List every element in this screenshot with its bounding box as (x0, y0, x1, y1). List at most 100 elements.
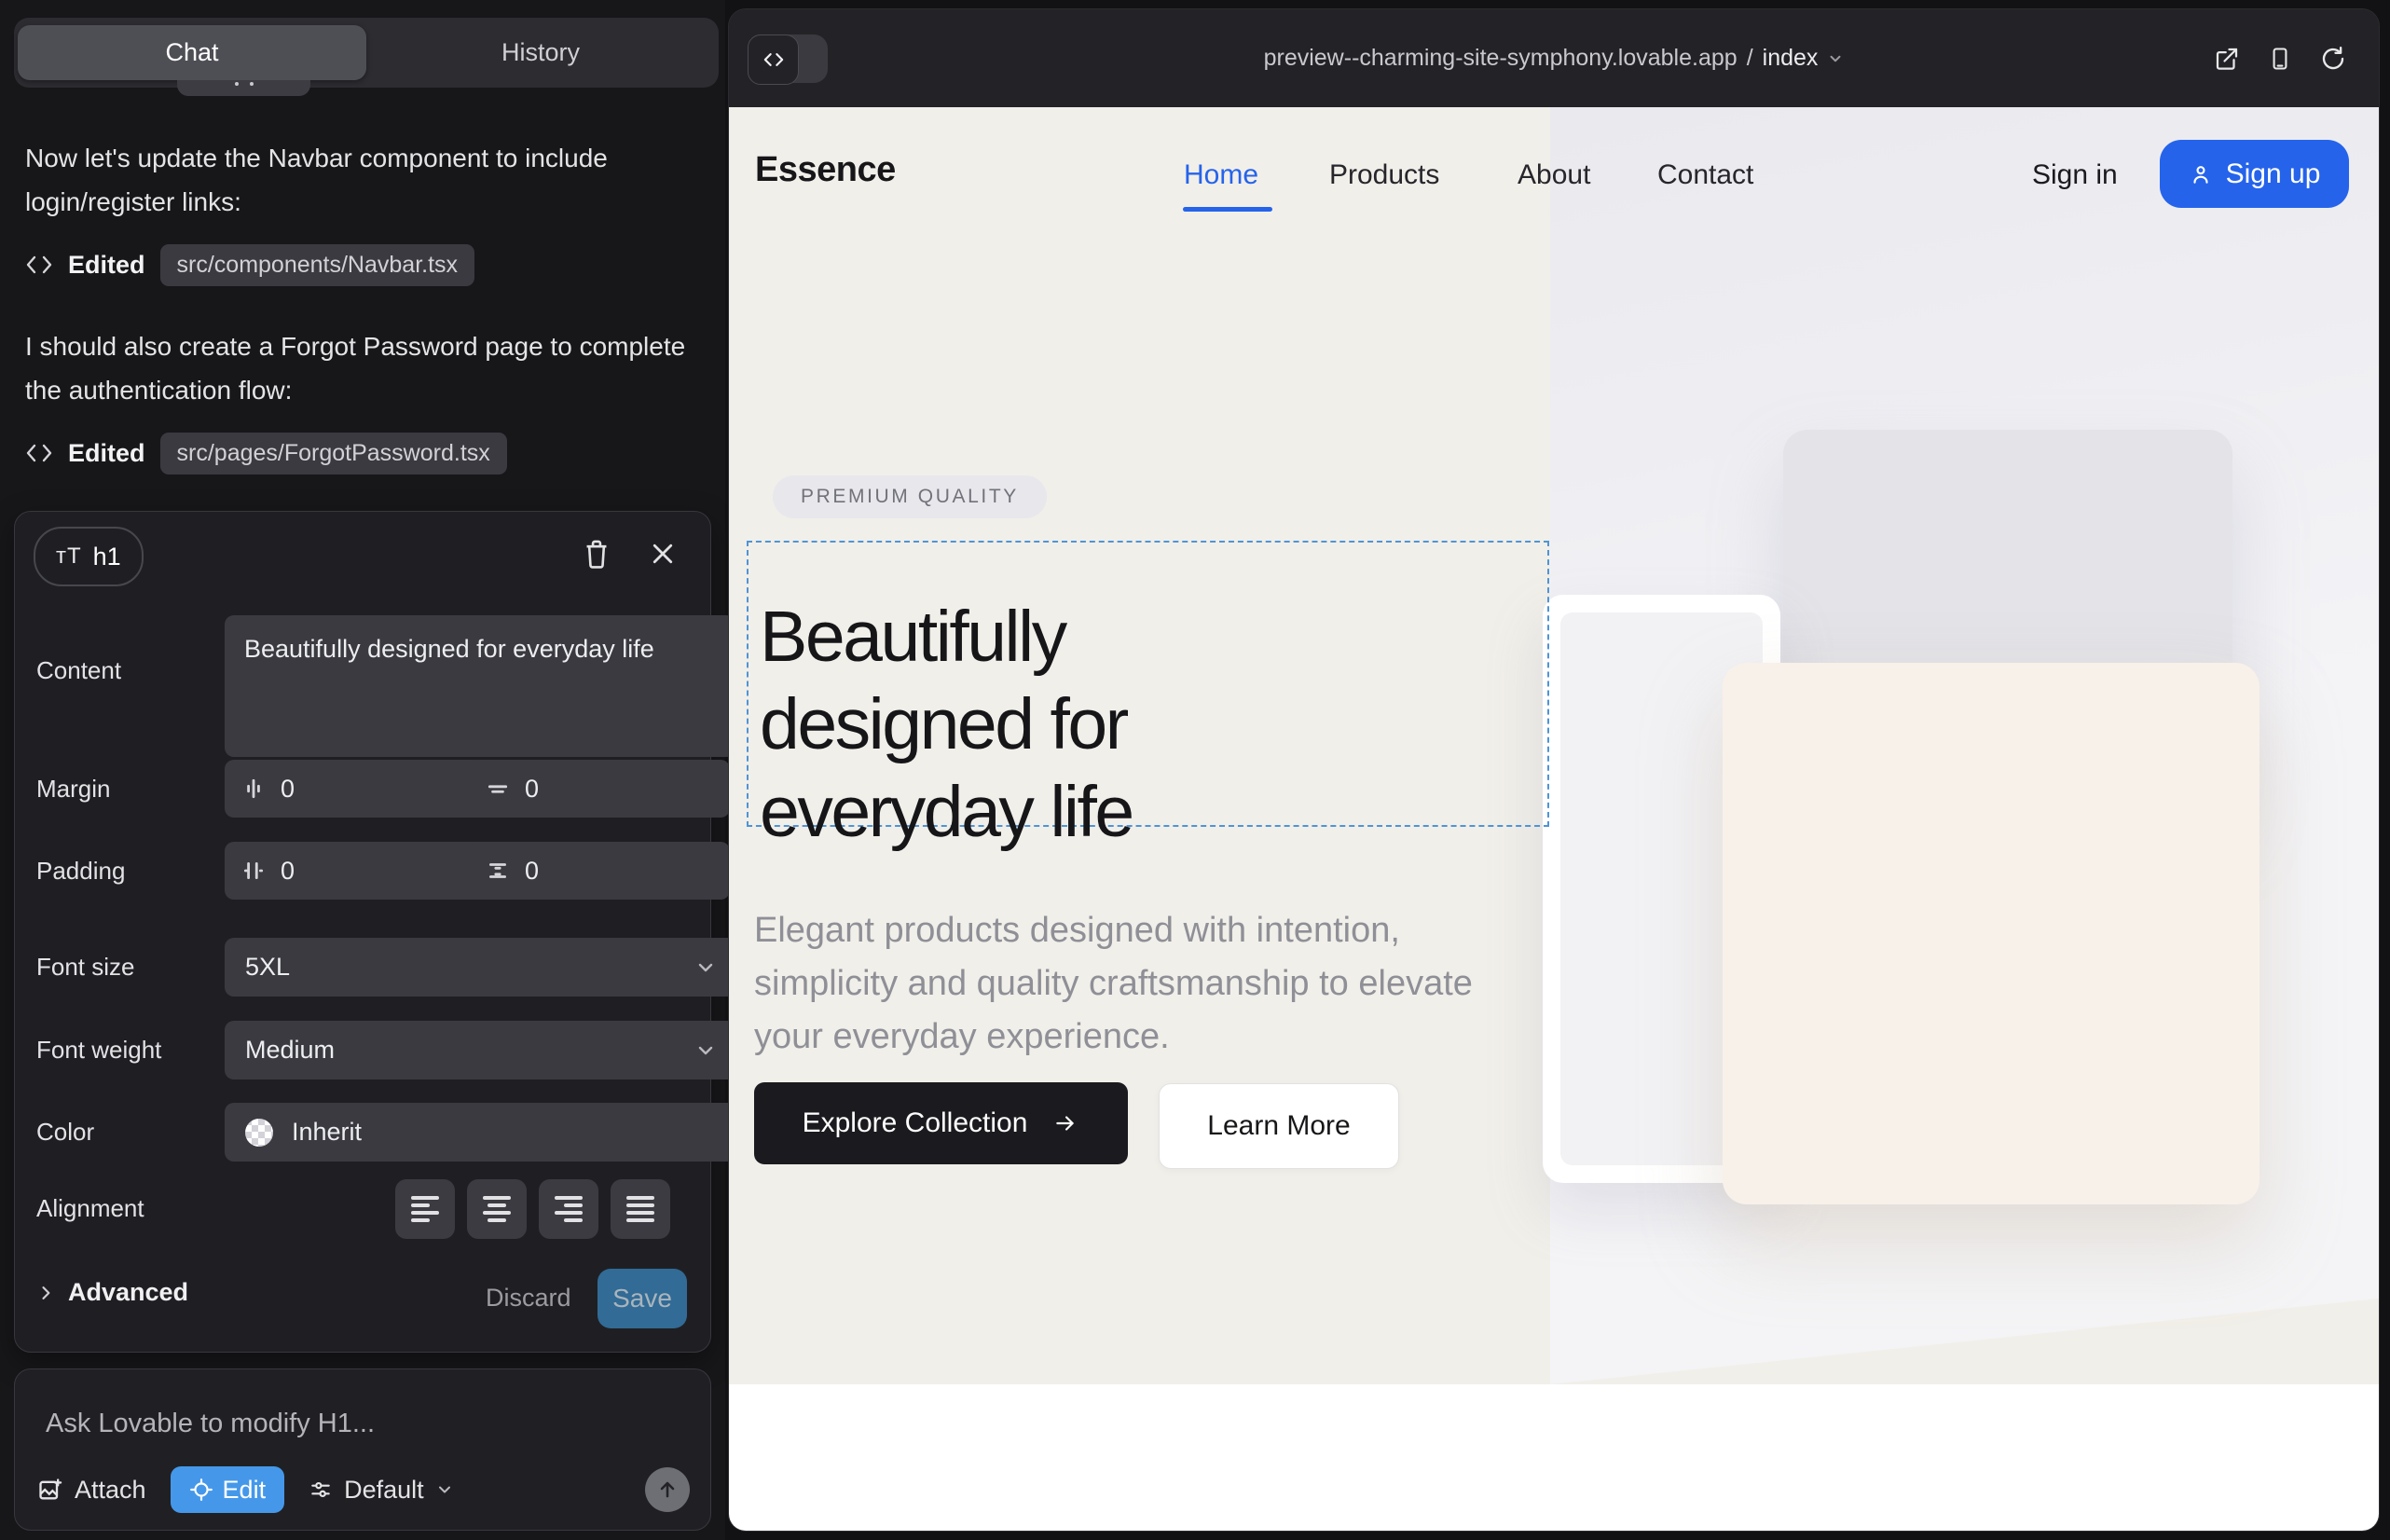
nav-link-contact[interactable]: Contact (1657, 159, 1753, 191)
chrome-actions (2213, 9, 2347, 107)
selected-element-badge[interactable]: тT h1 (34, 527, 144, 586)
sign-up-button[interactable]: Sign up (2160, 140, 2349, 208)
tab-history[interactable]: History (366, 25, 715, 80)
margin-label: Margin (36, 775, 110, 804)
code-icon (25, 254, 53, 276)
arrow-up-icon (656, 1478, 679, 1501)
chat-message: Now let's update the Navbar component to… (25, 136, 692, 224)
arrow-right-icon (1051, 1111, 1079, 1135)
element-tag-label: h1 (93, 543, 121, 571)
learn-more-button[interactable]: Learn More (1159, 1083, 1399, 1169)
site-canvas: Essence Home Products About Contact Sign… (729, 107, 2379, 1531)
padding-x-input[interactable]: 0 (225, 842, 486, 900)
user-icon (2189, 162, 2213, 186)
sign-in-link[interactable]: Sign in (2032, 159, 2118, 191)
save-button[interactable]: Save (598, 1269, 687, 1328)
align-center-icon (483, 1196, 511, 1222)
trash-icon[interactable] (582, 538, 611, 570)
file-path-badge[interactable]: src/pages/ForgotPassword.tsx (160, 433, 507, 474)
chat-composer: Ask Lovable to modify H1... Attach Edit … (14, 1368, 711, 1531)
chevron-down-icon (694, 1039, 717, 1062)
default-label: Default (344, 1476, 424, 1505)
padding-vertical-icon (486, 859, 510, 883)
advanced-label: Advanced (68, 1278, 188, 1307)
explore-collection-button[interactable]: Explore Collection (754, 1082, 1128, 1164)
model-default-dropdown[interactable]: Default (309, 1476, 454, 1505)
nav-link-products[interactable]: Products (1329, 159, 1439, 191)
url-page: index (1763, 45, 1819, 72)
edited-label: Edited (68, 439, 145, 468)
align-justify-button[interactable] (611, 1179, 670, 1239)
font-weight-value: Medium (245, 1036, 335, 1065)
padding-y-value: 0 (525, 857, 539, 886)
chat-history-tabbar: Chat History (14, 18, 719, 88)
composer-input[interactable]: Ask Lovable to modify H1... (46, 1409, 375, 1439)
attach-button[interactable]: Attach (37, 1476, 146, 1505)
discard-button[interactable]: Discard (486, 1284, 571, 1313)
code-icon (25, 442, 53, 464)
color-swatch (245, 1119, 273, 1147)
text-size-icon: тT (56, 543, 82, 570)
align-justify-icon (626, 1196, 654, 1222)
color-value: Inherit (292, 1118, 362, 1147)
advanced-toggle[interactable]: Advanced (36, 1278, 188, 1307)
margin-horizontal-icon (241, 777, 266, 801)
nav-link-about[interactable]: About (1518, 159, 1590, 191)
color-label: Color (36, 1118, 94, 1147)
mobile-icon[interactable] (2267, 45, 2293, 73)
edited-file-row[interactable]: Edited src/components/Navbar.tsx (25, 242, 474, 287)
align-left-button[interactable] (395, 1179, 455, 1239)
content-label: Content (36, 656, 121, 685)
preview-chrome-bar: preview--charming-site-symphony.lovable.… (729, 9, 2379, 107)
edit-label: Edit (223, 1476, 267, 1505)
edit-mode-button[interactable]: Edit (171, 1466, 285, 1513)
content-textarea[interactable]: Beautifully designed for everyday life (225, 615, 735, 757)
padding-label: Padding (36, 857, 125, 886)
margin-y-input[interactable]: 0 (469, 760, 730, 818)
align-right-icon (555, 1196, 583, 1222)
chevron-right-icon (36, 1283, 55, 1303)
attach-label: Attach (75, 1476, 146, 1505)
margin-vertical-icon (486, 777, 510, 801)
sliders-icon (309, 1478, 333, 1502)
target-icon (189, 1478, 213, 1502)
h1-selection-outline[interactable]: Beautifully designed for everyday life (747, 541, 1549, 827)
font-weight-label: Font weight (36, 1036, 161, 1065)
chat-message: I should also create a Forgot Password p… (25, 324, 692, 412)
chevron-down-icon (694, 956, 717, 979)
font-size-label: Font size (36, 953, 135, 982)
edited-label: Edited (68, 251, 145, 280)
padding-horizontal-icon (241, 859, 266, 883)
file-path-badge[interactable]: src/components/Navbar.tsx (160, 244, 475, 286)
composer-toolbar: Attach Edit Default (37, 1465, 690, 1514)
edited-file-row[interactable]: Edited src/pages/ForgotPassword.tsx (25, 431, 507, 475)
font-size-value: 5XL (245, 953, 290, 982)
tab-chat[interactable]: Chat (18, 25, 366, 80)
align-left-icon (411, 1196, 439, 1222)
hero-heading: Beautifully designed for everyday life (760, 593, 1338, 856)
send-button[interactable] (645, 1467, 690, 1512)
font-size-select[interactable]: 5XL (225, 938, 737, 997)
color-select[interactable]: Inherit (225, 1103, 737, 1162)
align-right-button[interactable] (539, 1179, 598, 1239)
external-link-icon[interactable] (2213, 45, 2241, 73)
url-bar[interactable]: preview--charming-site-symphony.lovable.… (729, 9, 2379, 107)
explore-collection-label: Explore Collection (803, 1107, 1028, 1139)
font-weight-select[interactable]: Medium (225, 1021, 737, 1079)
close-icon[interactable] (649, 540, 677, 568)
align-center-button[interactable] (467, 1179, 527, 1239)
chevron-down-icon (1827, 50, 1844, 67)
chevron-down-icon (435, 1480, 454, 1499)
hero-image-card-cream (1723, 663, 2260, 1204)
padding-y-input[interactable]: 0 (469, 842, 730, 900)
url-separator: / (1747, 45, 1753, 72)
padding-x-value: 0 (281, 857, 295, 886)
margin-x-input[interactable]: 0 (225, 760, 486, 818)
preview-window: preview--charming-site-symphony.lovable.… (729, 9, 2379, 1531)
scrolled-chat-remnant (177, 80, 310, 96)
site-logo[interactable]: Essence (755, 150, 896, 190)
nav-link-home[interactable]: Home (1184, 159, 1258, 191)
nav-active-underline (1183, 207, 1272, 212)
refresh-icon[interactable] (2319, 45, 2347, 73)
margin-x-value: 0 (281, 775, 295, 804)
